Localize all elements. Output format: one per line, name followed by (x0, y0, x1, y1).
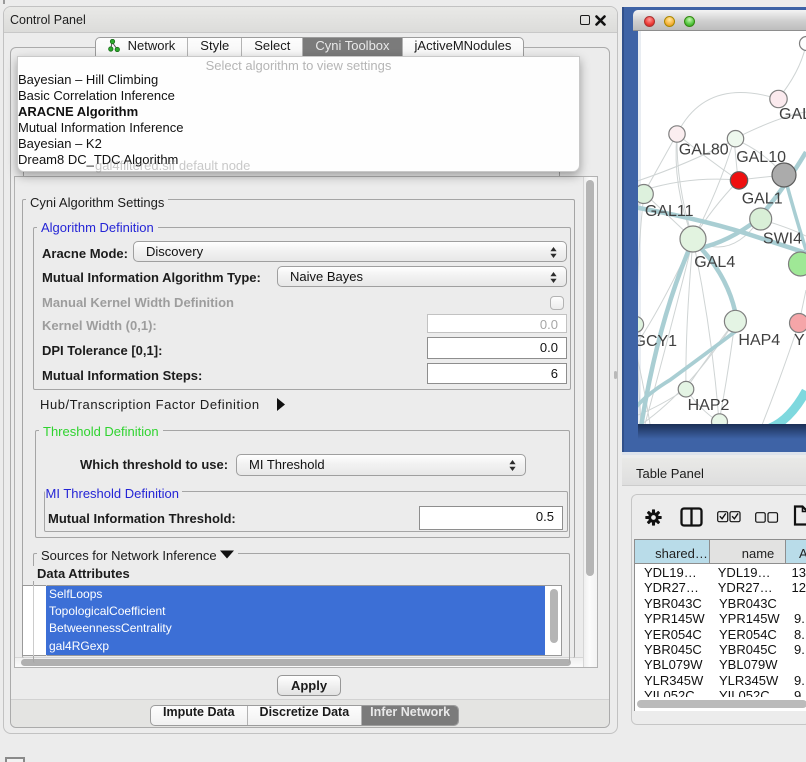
svg-text:Y: Y (794, 332, 805, 349)
svg-text:SWI4: SWI4 (763, 231, 802, 248)
svg-text:HAP2: HAP2 (688, 397, 730, 414)
svg-text:HAP4: HAP4 (738, 332, 780, 349)
svg-text:GCY1: GCY1 (638, 333, 677, 350)
svg-text:GAL1: GAL1 (742, 191, 783, 208)
svg-text:GAL10: GAL10 (736, 149, 786, 166)
svg-text:GAL11: GAL11 (645, 203, 694, 220)
svg-text:GAL4: GAL4 (694, 254, 735, 271)
svg-text:GAL80: GAL80 (679, 142, 729, 159)
svg-text:GAL: GAL (779, 106, 806, 123)
